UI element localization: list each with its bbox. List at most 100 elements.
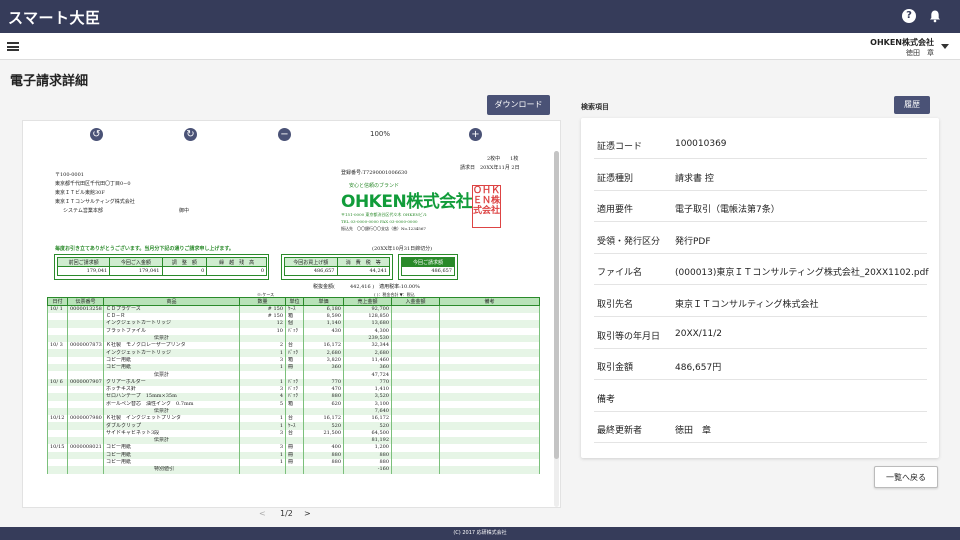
table-cell: 3 xyxy=(239,444,286,452)
info-row: 取引先名 東京ＩＴコンサルティング株式会社 xyxy=(594,285,927,317)
bell-icon[interactable] xyxy=(928,9,942,23)
table-row: サイドキャビネット3段 3 台 21,500 64,500 xyxy=(47,429,540,438)
table-cell: 880 xyxy=(303,458,344,467)
help-icon[interactable]: ? xyxy=(902,9,916,23)
download-button[interactable]: ダウンロード xyxy=(487,95,550,115)
table-cell xyxy=(285,466,304,474)
invoice-date: 請求日 20XX年11月 2日 xyxy=(460,165,520,171)
table-cell: 10/ 1 xyxy=(47,305,68,313)
info-label: 取引等の年月日 xyxy=(597,331,661,342)
detail-column-header: 単位 xyxy=(285,297,304,306)
table-cell xyxy=(439,466,540,474)
info-value: (000013)東京ＩＴコンサルティング株式会社_20XX1102.pdf xyxy=(675,268,929,279)
company-name: OHKEN株式会社 xyxy=(870,38,934,47)
table-cell xyxy=(285,371,304,379)
sales-table: 今回お買上げ額 消 費 税 等 486,657 44,241 xyxy=(284,257,390,276)
table-cell: 台 xyxy=(285,429,304,438)
table-cell: 冊 xyxy=(285,451,304,459)
menu-icon[interactable] xyxy=(7,42,19,51)
table-cell: 特別値引 xyxy=(103,466,240,474)
zoom-in-icon[interactable]: + xyxy=(469,128,482,141)
table-cell: 台 xyxy=(285,342,304,350)
table-cell: 880 xyxy=(343,458,392,467)
table-cell xyxy=(303,437,344,445)
bank-account: 振込先 〇〇銀行〇〇支店（普）No.1234567 xyxy=(341,226,426,231)
table-row: ボールペン替芯 油性インク 0.7mm 5 箱 620 3,100 xyxy=(47,400,540,408)
table-cell: 880 xyxy=(303,451,344,459)
app-title: スマート大臣 xyxy=(8,9,101,27)
table-cell xyxy=(439,305,540,313)
table-cell xyxy=(285,407,304,416)
table-cell xyxy=(391,320,440,328)
table-cell: 1 xyxy=(239,422,286,430)
table-cell xyxy=(391,356,440,365)
history-button[interactable]: 履歴 xyxy=(894,96,930,114)
sales-value: 44,241 xyxy=(336,266,390,276)
back-to-list-button[interactable]: 一覧へ戻る xyxy=(874,466,938,488)
viewer-scrollbar[interactable] xyxy=(554,151,559,507)
table-cell: 0000008021 xyxy=(67,444,104,452)
table-row: 特別値引 -160 xyxy=(47,466,540,474)
table-cell: サイドキャビネット3段 xyxy=(103,429,240,438)
table-cell: 冊 xyxy=(285,458,304,467)
table-cell: 伝票計 xyxy=(103,407,240,416)
info-row: 受領・発行区分 発行PDF xyxy=(594,222,927,254)
table-cell: 箱 xyxy=(285,313,304,321)
summary-value: 0 xyxy=(206,266,267,276)
table-cell: 360 xyxy=(303,364,344,372)
detail-column-header: 売上金額 xyxy=(343,297,392,306)
sales-header: 消 費 税 等 xyxy=(336,257,390,267)
scrollbar-thumb[interactable] xyxy=(554,151,559,459)
detail-column-header: 備考 xyxy=(439,297,540,306)
rotate-right-icon[interactable]: ↻ xyxy=(184,128,197,141)
table-cell: 32,344 xyxy=(343,342,392,350)
table-cell: 3,100 xyxy=(343,400,392,408)
table-cell: 1,200 xyxy=(343,444,392,452)
table-cell: 128,850 xyxy=(343,313,392,321)
total-header: 今回ご請求額 xyxy=(401,257,455,267)
detail-column-header: 単価 xyxy=(303,297,344,306)
table-cell xyxy=(439,320,540,328)
table-cell xyxy=(439,451,540,459)
table-cell xyxy=(391,385,440,394)
info-value: 請求書 控 xyxy=(675,173,714,184)
table-cell xyxy=(391,458,440,467)
table-cell: ボールペン替芯 油性インク 0.7mm xyxy=(103,400,240,408)
table-cell xyxy=(285,334,304,343)
table-cell: 4 xyxy=(239,393,286,401)
table-cell: 1 xyxy=(239,349,286,357)
table-cell: 4,300 xyxy=(343,327,392,335)
table-cell: 8,590 xyxy=(303,313,344,321)
info-label: 最終更新者 xyxy=(597,426,643,437)
table-cell: 21,500 xyxy=(303,429,344,438)
next-page-button[interactable]: > xyxy=(304,509,311,518)
footer: (C) 2017 応研株式会社 xyxy=(0,527,960,540)
invoice-detail-table: 日付 伝票番号 商品 数量 単位 単価 売上金額 入金金額 備考 10/ 1 0000013258… xyxy=(47,297,540,474)
table-cell xyxy=(439,385,540,394)
table-cell xyxy=(391,451,440,459)
total-value: 486,657 xyxy=(401,266,455,276)
table-cell xyxy=(67,313,104,321)
info-value: 東京ＩＴコンサルティング株式会社 xyxy=(675,300,819,310)
table-cell: 1 xyxy=(239,378,286,386)
table-cell xyxy=(439,334,540,343)
table-cell: 0000007980 xyxy=(67,415,104,423)
table-cell: 箱 xyxy=(285,400,304,408)
info-row: 最終更新者 徳田 章 xyxy=(594,411,927,444)
table-cell: 0000007873 xyxy=(67,342,104,350)
table-cell: 伝票計 xyxy=(103,371,240,379)
table-cell xyxy=(47,393,68,401)
detail-column-header: 商品 xyxy=(103,297,240,306)
table-cell xyxy=(239,334,286,343)
issuer-address: 〒151-0000 東京都渋谷区代々木 OHKENビル xyxy=(341,212,427,217)
rotate-left-icon[interactable]: ↺ xyxy=(90,128,103,141)
user-name: 徳田 章 xyxy=(906,49,934,57)
chevron-down-icon[interactable] xyxy=(941,44,949,49)
prev-page-button[interactable]: < xyxy=(259,509,266,518)
zoom-out-icon[interactable]: − xyxy=(278,128,291,141)
info-row: 証憑種別 請求書 控 xyxy=(594,159,927,191)
table-row: ＣＤ−Ｒ # 150 箱 8,590 128,850 xyxy=(47,313,540,321)
table-cell: 6,180 xyxy=(303,305,344,313)
tax-line: 税抜金額( 442,416 ) 適用税率:10.00% xyxy=(313,284,420,290)
table-cell xyxy=(47,364,68,372)
